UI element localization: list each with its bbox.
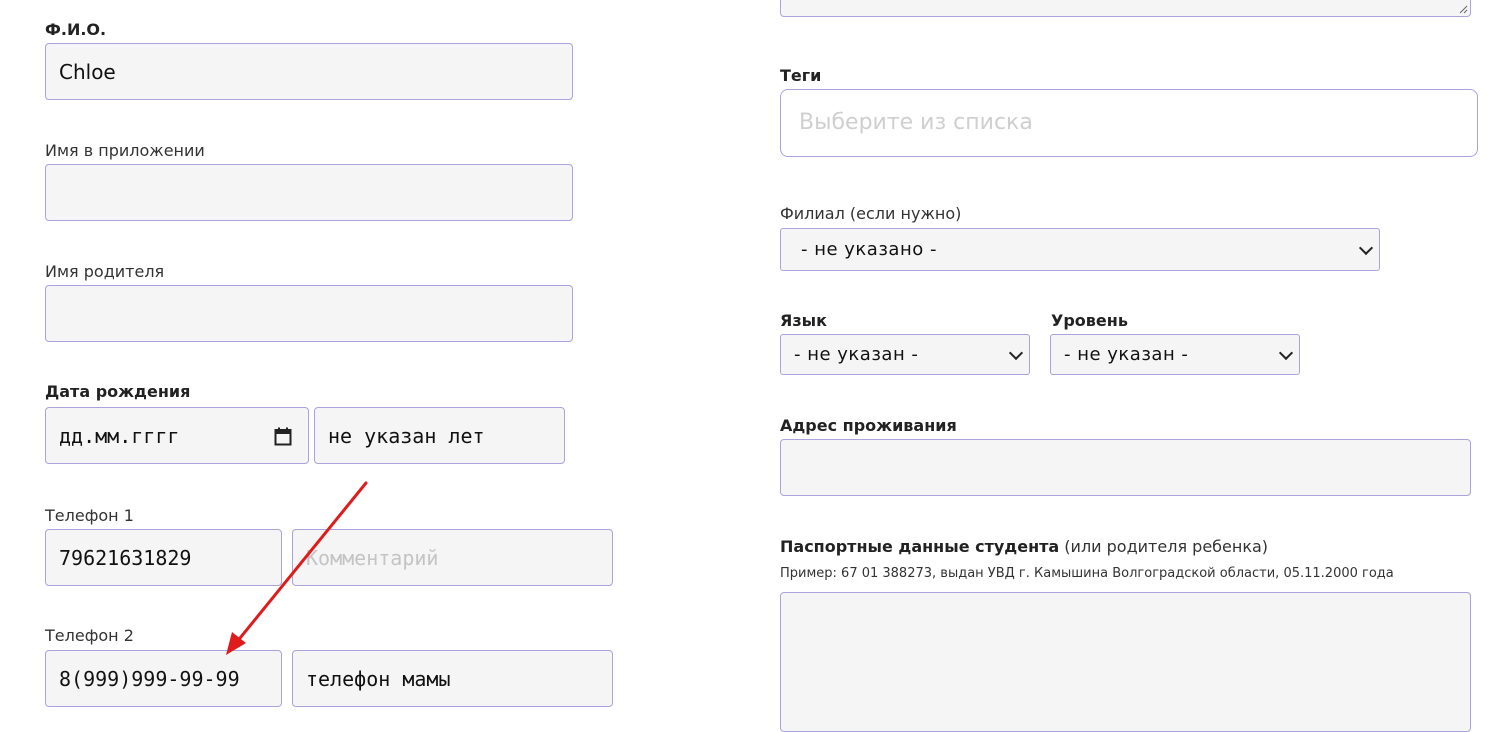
red-arrow-annotation	[226, 481, 368, 655]
